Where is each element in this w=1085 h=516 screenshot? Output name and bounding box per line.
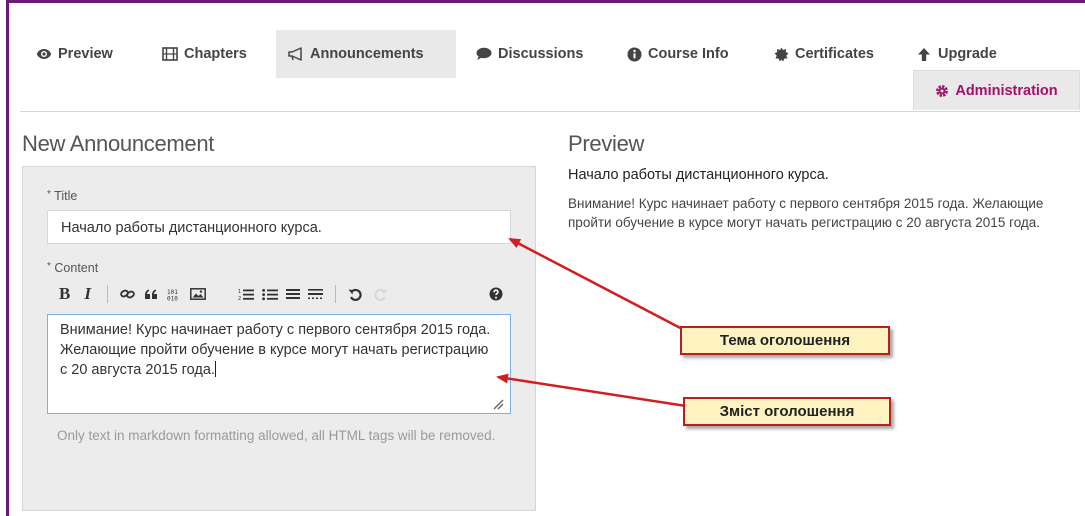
image-icon[interactable] (190, 284, 206, 304)
bullhorn-icon (288, 46, 304, 62)
svg-text:2: 2 (238, 296, 241, 301)
certificate-icon (773, 46, 789, 62)
ordered-list-icon[interactable]: 12 (238, 284, 254, 304)
redo-icon[interactable] (374, 284, 388, 304)
title-callout: Тема оголошення (680, 326, 890, 355)
undo-icon[interactable] (348, 284, 362, 304)
tab-label: Discussions (498, 46, 584, 62)
required-marker: * (47, 189, 51, 200)
tab-label: Course Info (648, 46, 729, 62)
preview-body: Внимание! Курс начинает работу с первого… (568, 196, 1044, 230)
tab-preview[interactable]: Preview (24, 30, 125, 78)
svg-text:010: 010 (167, 295, 178, 301)
text-caret (214, 361, 216, 377)
info-circle-icon (626, 46, 642, 62)
title-label: * Title (47, 189, 77, 203)
unordered-list-icon[interactable] (262, 284, 278, 304)
tab-certificates[interactable]: Certificates (761, 30, 886, 78)
tab-label: Administration (955, 82, 1058, 99)
help-icon[interactable] (489, 284, 503, 304)
tab-announcements[interactable]: Announcements (276, 30, 456, 78)
italic-button[interactable]: I (84, 284, 91, 304)
content-label: * Content (47, 261, 98, 275)
eye-icon (36, 46, 52, 62)
markdown-toolbar: B I 101 010 12 (47, 283, 511, 305)
required-marker: * (47, 261, 51, 272)
content-label-text: Content (54, 261, 99, 275)
tabs-divider (20, 111, 1080, 112)
svg-text:1: 1 (238, 289, 241, 295)
title-input[interactable]: Начало работы дистанционного курса. (47, 210, 511, 244)
toolbar-divider (334, 285, 336, 303)
content-text: Внимание! Курс начинает работу с первого… (60, 322, 491, 378)
tab-label: Preview (58, 46, 113, 62)
content-callout: Зміст оголошення (683, 397, 891, 426)
preview-title: Начало работы дистанционного курса. (568, 167, 829, 183)
arrow-up-icon (916, 46, 932, 62)
film-icon (162, 46, 178, 62)
resize-handle-icon[interactable] (492, 396, 504, 410)
link-icon[interactable] (120, 284, 135, 304)
tab-administration[interactable]: Administration (913, 70, 1080, 110)
quote-icon[interactable] (144, 284, 158, 304)
tab-label: Announcements (310, 46, 424, 62)
announcement-form: * Title Начало работы дистанционного кур… (22, 166, 536, 511)
comment-icon (476, 46, 492, 62)
tab-label: Certificates (795, 46, 874, 62)
title-label-text: Title (54, 189, 78, 203)
heading-icon[interactable] (285, 284, 300, 304)
preview-heading: Preview (568, 131, 645, 156)
tab-course-info[interactable]: Course Info (614, 30, 741, 78)
tab-chapters[interactable]: Chapters (150, 30, 259, 78)
content-editor[interactable]: Внимание! Курс начинает работу с первого… (47, 314, 511, 414)
markdown-help-text: Only text in markdown formatting allowed… (57, 428, 496, 443)
tab-discussions[interactable]: Discussions (464, 30, 595, 78)
new-announcement-heading: New Announcement (22, 131, 215, 156)
toolbar-divider (106, 285, 108, 303)
tab-label: Upgrade (938, 46, 997, 62)
bold-button[interactable]: B (59, 284, 70, 304)
horizontal-rule-icon[interactable] (307, 284, 323, 304)
tab-label: Chapters (184, 46, 247, 62)
cog-icon (935, 84, 949, 98)
code-icon[interactable]: 101 010 (167, 284, 181, 304)
